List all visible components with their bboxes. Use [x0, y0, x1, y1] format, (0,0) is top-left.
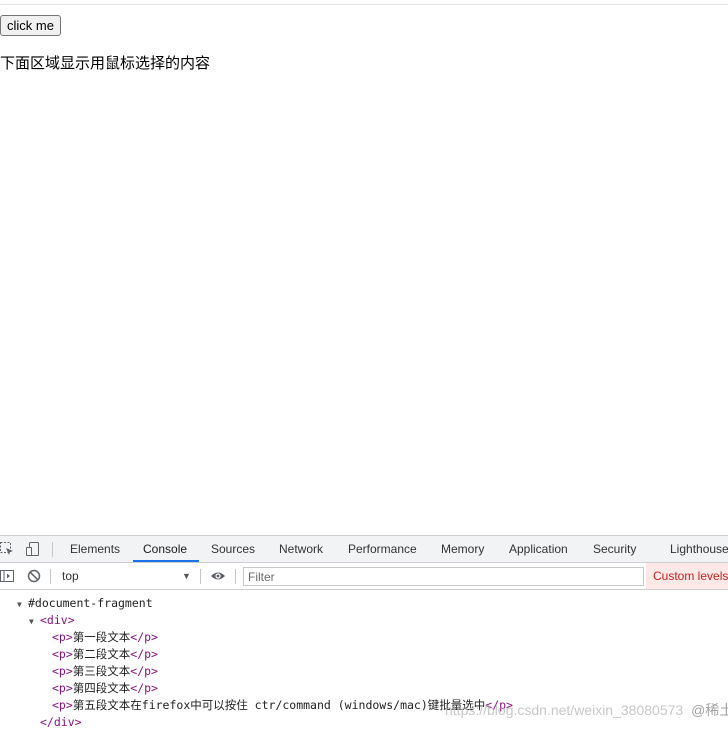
tab-elements[interactable]: Elements — [70, 536, 120, 562]
log-levels-dropdown[interactable]: Custom levels — [646, 563, 728, 589]
tab-network[interactable]: Network — [279, 536, 323, 562]
top-divider — [0, 4, 728, 5]
console-line-p[interactable]: <p>第一段文本</p> — [52, 629, 158, 646]
toolbar-separator-3 — [235, 569, 236, 584]
console-line-fragment[interactable]: ▼ #document-fragment — [17, 595, 153, 613]
toolbar-separator — [50, 569, 51, 584]
expand-triangle-icon[interactable]: ▼ — [29, 613, 40, 630]
browser-page: click me 下面区域显示用鼠标选择的内容 Elements Console… — [0, 0, 728, 732]
watermark: https://blog.csdn.net/weixin_38080573 @稀土… — [445, 700, 728, 720]
selection-hint-text: 下面区域显示用鼠标选择的内容 — [0, 55, 211, 72]
device-toolbar-icon[interactable] — [26, 542, 40, 556]
live-expression-eye-icon[interactable] — [210, 569, 226, 583]
tabbar-separator — [52, 542, 53, 557]
toolbar-separator-2 — [200, 569, 201, 584]
context-selector[interactable]: top ▼ — [56, 567, 196, 585]
click-me-button[interactable]: click me — [0, 15, 61, 36]
expand-triangle-icon[interactable]: ▼ — [17, 596, 28, 613]
console-line-p[interactable]: <p>第五段文本在firefox中可以按住 ctr/command (windo… — [52, 697, 513, 714]
tab-performance[interactable]: Performance — [348, 536, 417, 562]
devtools-tabbar: Elements Console Sources Network Perform… — [0, 536, 728, 563]
context-selector-label: top — [62, 569, 79, 583]
tab-sources[interactable]: Sources — [211, 536, 255, 562]
inspect-element-icon[interactable] — [0, 542, 14, 556]
active-tab-indicator — [133, 560, 199, 562]
clear-console-icon[interactable] — [27, 569, 41, 583]
tab-console[interactable]: Console — [143, 536, 187, 562]
console-sidebar-icon[interactable] — [0, 569, 14, 583]
tab-memory[interactable]: Memory — [441, 536, 484, 562]
console-line-div-open[interactable]: ▼ <div> — [29, 612, 75, 630]
console-line-p[interactable]: <p>第二段文本</p> — [52, 646, 158, 663]
console-filter-input[interactable] — [243, 567, 644, 586]
tab-security[interactable]: Security — [593, 536, 636, 562]
dropdown-arrow-icon: ▼ — [182, 571, 191, 581]
watermark-url: https://blog.csdn.net/weixin_38080573 — [445, 702, 684, 718]
console-toolbar: top ▼ Custom levels — [0, 563, 728, 590]
console-line-p[interactable]: <p>第三段文本</p> — [52, 663, 158, 680]
console-line-div-close[interactable]: </div> — [40, 714, 82, 731]
tab-application[interactable]: Application — [509, 536, 568, 562]
console-line-p[interactable]: <p>第四段文本</p> — [52, 680, 158, 697]
watermark-brand: @稀土掘金技术社区 — [691, 702, 728, 718]
tab-lighthouse[interactable]: Lighthouse — [670, 536, 728, 562]
